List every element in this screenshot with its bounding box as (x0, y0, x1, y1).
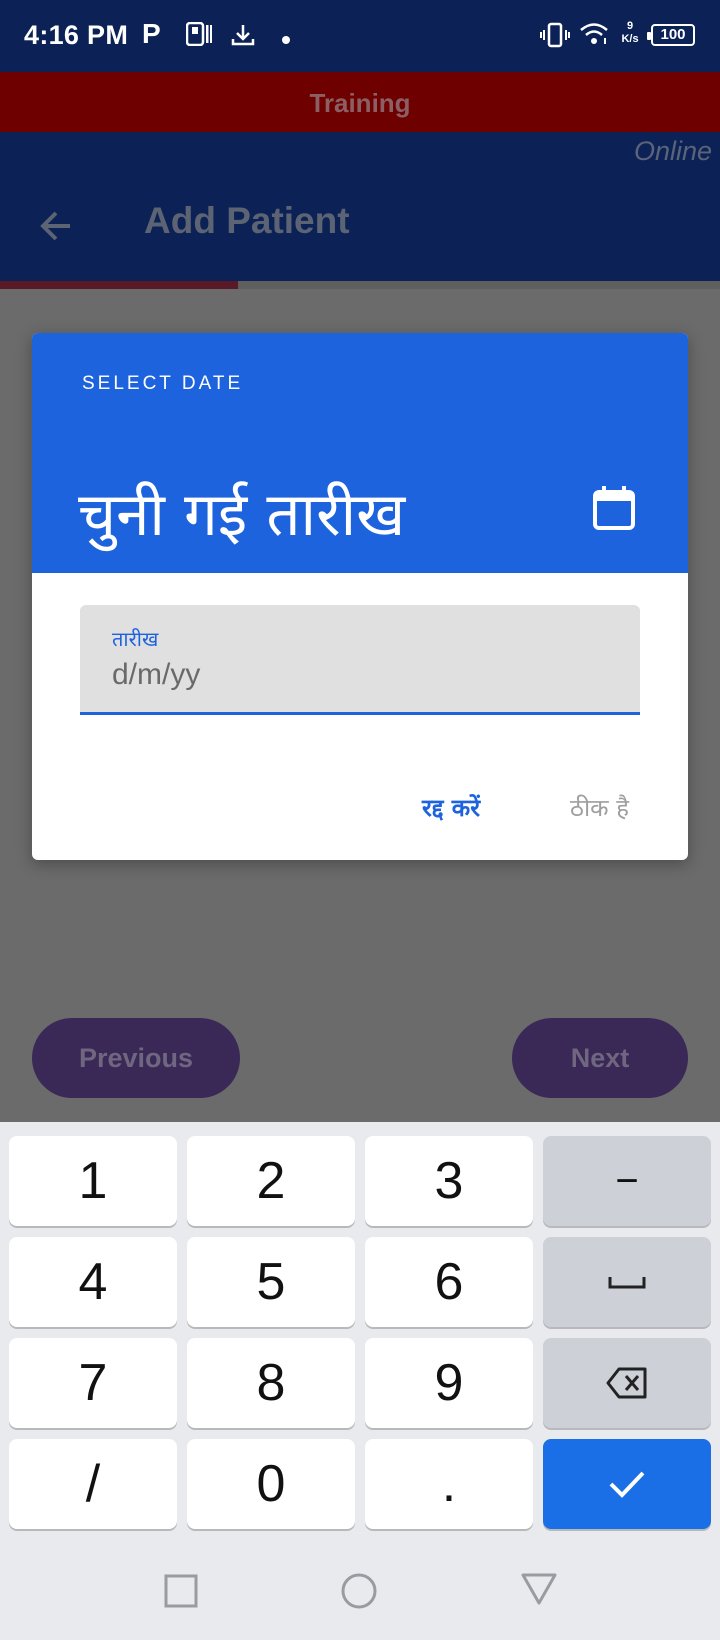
dialog-subtitle: SELECT DATE (82, 373, 244, 394)
key-period[interactable]: . (365, 1439, 533, 1529)
notification-dot-icon (282, 36, 290, 44)
key-slash[interactable]: / (9, 1439, 177, 1529)
battery-icon: 100 (647, 24, 695, 46)
space-icon (608, 1277, 646, 1289)
key-4[interactable]: 4 (9, 1237, 177, 1327)
checkmark-icon (609, 1471, 645, 1498)
page-title: Add Patient (144, 200, 350, 241)
numeric-keyboard: 1 2 3 − 4 5 6 7 8 9 / 0 . (0, 1122, 720, 1550)
date-picker-dialog: SELECT DATE चुनी गई तारीख तारीख रद्द करे… (32, 333, 688, 860)
app-bar: Online Add Patient (0, 132, 720, 282)
system-nav-bar (0, 1550, 720, 1640)
dialog-headline: चुनी गई तारीख (78, 480, 406, 550)
arrow-left-icon[interactable] (36, 206, 76, 246)
progress-fill (0, 281, 238, 289)
progress-bar (0, 281, 720, 289)
back-nav-icon[interactable] (520, 1572, 558, 1611)
key-minus[interactable]: − (543, 1136, 711, 1226)
date-field[interactable]: तारीख (80, 605, 640, 715)
home-icon[interactable] (340, 1572, 378, 1615)
recents-icon[interactable] (164, 1574, 198, 1613)
key-5[interactable]: 5 (187, 1237, 355, 1327)
key-6[interactable]: 6 (365, 1237, 533, 1327)
calendar-icon[interactable] (592, 485, 636, 531)
key-3[interactable]: 3 (365, 1136, 533, 1226)
key-enter[interactable] (543, 1439, 711, 1529)
dialog-header: SELECT DATE चुनी गई तारीख (32, 333, 688, 573)
network-speed: 9 K/s (618, 20, 642, 46)
parking-icon: P (142, 18, 161, 49)
next-button[interactable]: Next (512, 1018, 688, 1098)
ok-button[interactable]: ठीक है (570, 791, 629, 824)
download-icon (230, 22, 256, 53)
key-backspace[interactable] (543, 1338, 711, 1428)
date-field-label: तारीख (112, 627, 159, 651)
cancel-button[interactable]: रद्द करें (422, 791, 480, 824)
key-8[interactable]: 8 (187, 1338, 355, 1428)
date-input[interactable] (112, 655, 612, 695)
key-7[interactable]: 7 (9, 1338, 177, 1428)
status-bar: 4:16 PM P 9 K/s 100 (0, 0, 720, 72)
backspace-icon (606, 1367, 647, 1399)
training-label: Training (309, 88, 411, 118)
network-speed-unit: K/s (621, 33, 639, 45)
previous-button[interactable]: Previous (32, 1018, 240, 1098)
key-space[interactable] (543, 1237, 711, 1327)
status-time: 4:16 PM (24, 20, 129, 50)
training-banner: Training (0, 72, 720, 132)
wifi-icon (578, 20, 610, 53)
key-1[interactable]: 1 (9, 1136, 177, 1226)
key-2[interactable]: 2 (187, 1136, 355, 1226)
network-speed-value: 9 (626, 20, 634, 32)
paytm-icon (185, 21, 212, 51)
key-0[interactable]: 0 (187, 1439, 355, 1529)
connection-status: Online (633, 136, 712, 166)
key-9[interactable]: 9 (365, 1338, 533, 1428)
vibrate-icon (540, 22, 570, 53)
